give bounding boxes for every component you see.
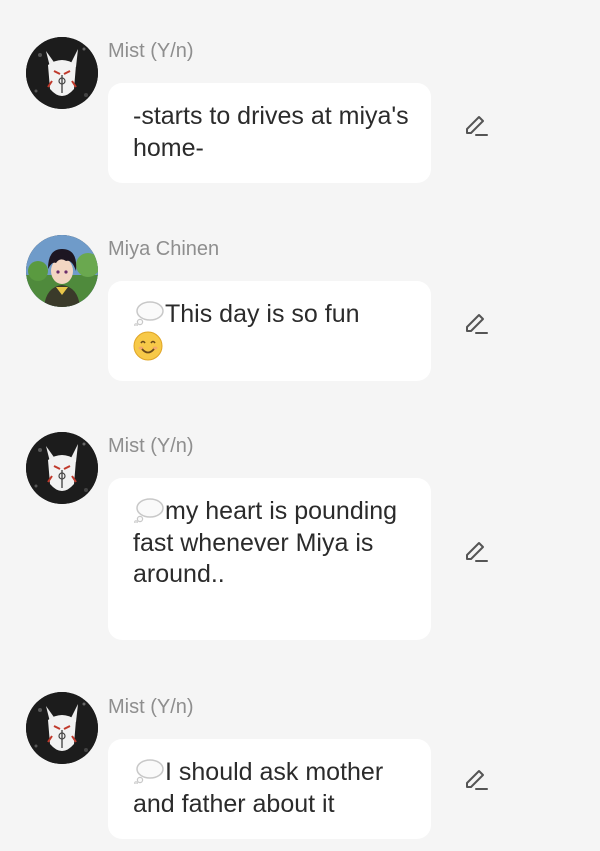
message-bubble: This day is so fun <box>108 281 431 381</box>
edit-button[interactable] <box>462 310 490 338</box>
pencil-edit-icon <box>466 770 488 790</box>
message-text: my heart is pounding fast whenever Miya … <box>133 497 398 588</box>
message-bubble: I should ask mother and father about it <box>108 739 431 839</box>
edit-button[interactable] <box>462 538 490 566</box>
message-text: I should ask mother and father about it <box>133 758 384 818</box>
fox-mask-avatar[interactable] <box>26 432 98 504</box>
message-text: -starts to drives at miya's home- <box>133 102 409 162</box>
smiling-face-emoji <box>133 331 163 360</box>
fox-mask-avatar[interactable] <box>26 692 98 764</box>
sender-name: Mist (Y/n) <box>108 696 194 718</box>
fox-mask-avatar[interactable] <box>26 37 98 109</box>
edit-button[interactable] <box>462 112 490 140</box>
sender-name: Miya Chinen <box>108 238 220 260</box>
thought-bubble-icon <box>134 498 164 523</box>
chat-thread: Mist (Y/n) -starts to drives at miya's h… <box>0 0 600 851</box>
sender-name: Mist (Y/n) <box>108 40 194 62</box>
thought-bubble-icon <box>134 759 164 784</box>
pencil-edit-icon <box>466 314 488 334</box>
message-bubble: my heart is pounding fast whenever Miya … <box>108 478 431 640</box>
thought-bubble-icon <box>134 301 164 326</box>
sender-name: Mist (Y/n) <box>108 435 194 457</box>
edit-button[interactable] <box>462 766 490 794</box>
pencil-edit-icon <box>466 542 488 562</box>
message-bubble: -starts to drives at miya's home- <box>108 83 431 183</box>
pencil-edit-icon <box>466 116 488 136</box>
boy-portrait-avatar[interactable] <box>26 235 98 307</box>
message-text: This day is so fun <box>165 300 360 328</box>
